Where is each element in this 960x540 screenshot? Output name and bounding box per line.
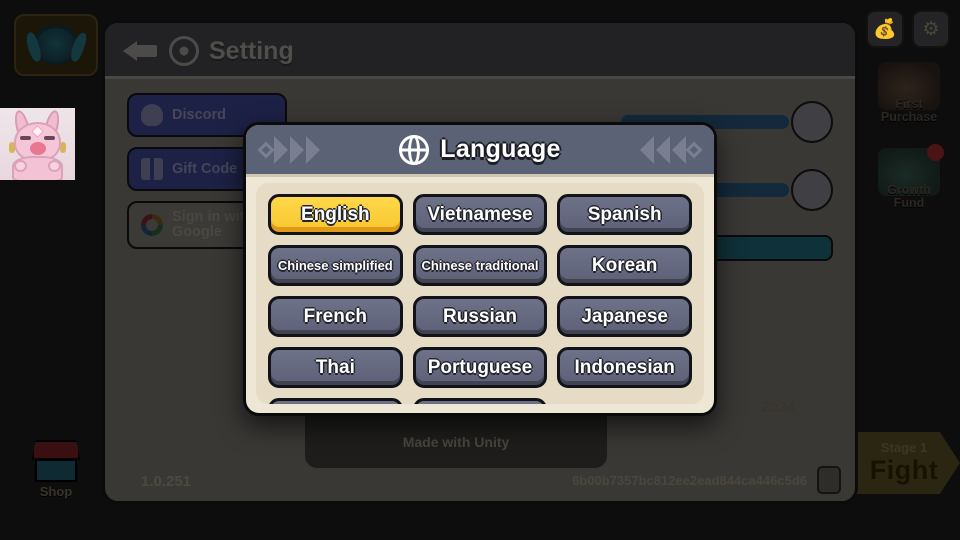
fight-button[interactable]: Stage 1 Fight [848, 432, 960, 494]
globe-icon [399, 134, 430, 165]
growth-fund-line1: Growth [887, 183, 931, 197]
first-purchase-line2: Purchase [880, 110, 938, 125]
discord-label: Discord [172, 107, 226, 123]
notification-dot-icon [927, 144, 944, 161]
stage-label: Stage 1 [880, 440, 928, 455]
game-screen: Shop 💰 ⚙ First Purchase Growth Fund Stag… [0, 0, 960, 540]
language-option-russian[interactable]: Russian [412, 296, 548, 337]
gift-icon [141, 158, 163, 180]
gear-icon[interactable]: ⚙ [912, 10, 950, 48]
language-option-japanese[interactable]: Japanese [557, 296, 692, 337]
shop-icon [32, 440, 80, 482]
character-paw-right [48, 160, 61, 172]
language-option-indonesian[interactable]: Indonesian [557, 347, 692, 388]
first-purchase-line1: First [895, 97, 923, 111]
language-dialog-header: Language [246, 125, 714, 177]
sfx-slider-knob[interactable] [791, 169, 833, 211]
build-hash-label: 6b00b7357bc812ee2ead844ca446c5d6 [572, 473, 807, 488]
character-eye-right [44, 136, 55, 140]
language-option-spanish[interactable]: Spanish [557, 194, 692, 235]
made-with-unity-label: Made with Unity [402, 434, 510, 450]
language-grid: English Vietnamese Spanish Chinese simplifi… [268, 194, 692, 404]
language-option-partial[interactable] [268, 398, 403, 404]
character-eye-left [20, 136, 31, 140]
language-list-scroll[interactable]: English Vietnamese Spanish Chinese simplifi… [256, 183, 704, 404]
shop-button[interactable]: Shop [16, 432, 96, 512]
character-paw-left [14, 160, 27, 172]
language-dialog: Language English Vietnamese Spanish Chinese… [243, 122, 717, 416]
first-purchase-button[interactable]: First Purchase [870, 62, 948, 124]
gift-code-label: Gift Code [172, 161, 238, 177]
character-portrait[interactable] [0, 108, 75, 180]
rank-emblem-badge[interactable] [14, 14, 98, 76]
language-option-thai[interactable]: Thai [268, 347, 403, 388]
language-option-chinese-simplified[interactable]: Chinese simplified [268, 245, 403, 286]
money-bag-icon[interactable]: 💰 [866, 10, 904, 48]
copyright-year: 2024 [761, 399, 795, 416]
language-option-french[interactable]: French [268, 296, 403, 337]
language-option-chinese-traditional[interactable]: Chinese traditional [412, 245, 548, 286]
top-right-icon-group: 💰 ⚙ [866, 10, 950, 48]
language-option-portuguese[interactable]: Portuguese [412, 347, 548, 388]
shop-label: Shop [39, 484, 73, 499]
language-option-vietnamese[interactable]: Vietnamese [412, 194, 548, 235]
version-label: 1.0.251 [141, 473, 192, 490]
language-option-partial[interactable] [412, 398, 548, 404]
growth-fund-line2: Fund [893, 196, 925, 211]
rank-emblem-icon [33, 25, 79, 65]
ornament-right [640, 135, 703, 164]
character-mouth [30, 142, 46, 155]
back-arrow-icon[interactable] [123, 38, 159, 64]
growth-fund-button[interactable]: Growth Fund [870, 144, 948, 211]
ornament-left [257, 135, 320, 164]
language-option-english[interactable]: English [268, 194, 403, 235]
setting-header: Setting [105, 23, 855, 79]
fight-label: Fight [869, 455, 939, 485]
language-option-korean[interactable]: Korean [557, 245, 692, 286]
bgm-slider-knob[interactable] [791, 101, 833, 143]
language-dialog-title: Language [440, 135, 561, 163]
growth-fund-label: Growth Fund [870, 183, 948, 211]
discord-icon [141, 104, 163, 126]
gear-icon [169, 36, 199, 66]
copy-icon[interactable] [817, 466, 841, 494]
page-title: Setting [209, 36, 294, 65]
first-purchase-label: First Purchase [870, 97, 948, 125]
google-icon [141, 214, 163, 236]
